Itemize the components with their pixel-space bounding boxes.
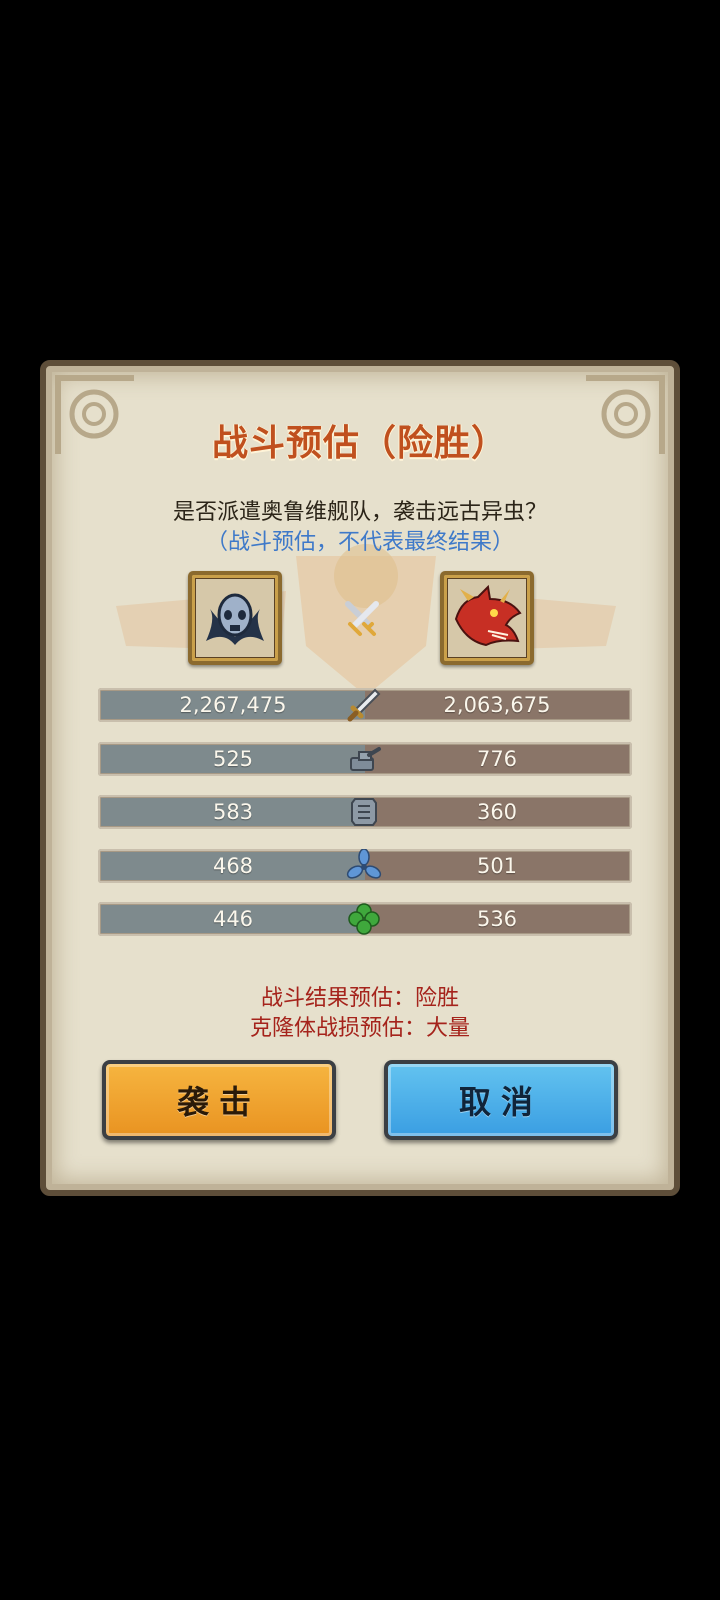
- stat-row-luck: 446 536: [98, 902, 632, 936]
- sword-icon: [347, 688, 381, 722]
- attacker-stat-value: 446: [101, 905, 365, 933]
- enemy-stat-value: 501: [365, 851, 629, 880]
- attack-question: 是否派遣奥鲁维舰队，袭击远古异虫？: [172, 500, 547, 525]
- attacker-stat-value: 2,267,475: [101, 691, 365, 719]
- battle-outcome-estimate: 战斗结果预估：险胜: [260, 986, 459, 1011]
- enemy-stat-value: 776: [365, 744, 629, 773]
- stat-row-power: 2,267,475 2,063,675: [98, 688, 632, 722]
- stat-comparison-list: 2,267,475 2,063,675 525 776 583 360 468 …: [98, 688, 632, 956]
- stat-row-attack: 525 776: [98, 741, 632, 776]
- stat-row-defense: 583 360: [98, 795, 632, 829]
- clone-loss-estimate: 克隆体战损预估：大量: [249, 1016, 470, 1041]
- attacker-fleet-portrait: [188, 571, 282, 665]
- cancel-button[interactable]: 取消: [384, 1060, 618, 1140]
- dialog-title: 战斗预估（险胜）: [211, 423, 508, 464]
- attacker-stat-value: 583: [101, 798, 365, 826]
- propeller-icon: [346, 848, 382, 879]
- cannon-icon: [350, 746, 381, 771]
- attacker-stat-value: 468: [101, 851, 365, 880]
- red-dragon-icon: [448, 579, 526, 657]
- attack-button-label: 袭击: [176, 1083, 261, 1121]
- crossed-swords-icon: [345, 601, 379, 636]
- attacker-stat-value: 525: [101, 744, 365, 773]
- attack-button[interactable]: 袭击: [102, 1060, 336, 1140]
- battle-estimate-dialog: 战斗预估（险胜） 是否派遣奥鲁维舰队，袭击远古异虫？ （战斗预估，不代表最终结果…: [40, 360, 680, 1196]
- enemy-stat-value: 536: [365, 905, 629, 933]
- enemy-portrait: [440, 571, 534, 665]
- cancel-button-label: 取消: [458, 1083, 543, 1121]
- enemy-stat-value: 360: [365, 798, 629, 826]
- masked-skull-fleet-icon: [196, 579, 274, 657]
- clover-icon: [348, 903, 380, 935]
- stat-row-speed: 468 501: [98, 848, 632, 883]
- armor-plate-icon: [351, 798, 377, 826]
- estimate-disclaimer: （战斗预估，不代表最终结果）: [205, 530, 514, 555]
- enemy-stat-value: 2,063,675: [365, 691, 629, 719]
